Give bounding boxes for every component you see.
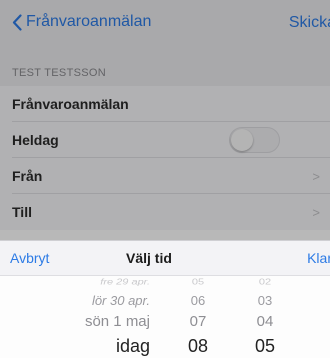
picker-row-selected[interactable]: idag 08 05: [0, 336, 330, 356]
picker-minute: 04: [256, 313, 274, 330]
picker-date: lör 30 apr.: [91, 293, 150, 308]
picker-row[interactable]: fre 29 apr. 05 02: [0, 278, 330, 293]
picker-row[interactable]: lör 30 apr. 06 03: [0, 293, 330, 313]
picker-hour: 08: [187, 336, 209, 356]
date-time-picker[interactable]: fre 29 apr. 05 02 lör 30 apr. 06 03 sön …: [0, 276, 330, 358]
picker-row[interactable]: sön 1 maj 07 04: [0, 313, 330, 333]
picker-minute: 03: [257, 293, 273, 308]
picker-hour: 06: [190, 293, 206, 308]
picker-hour: 05: [191, 277, 205, 287]
done-button[interactable]: Klar: [307, 250, 330, 266]
picker-toolbar: Avbryt Välj tid Klar: [0, 240, 330, 276]
picker-date: sön 1 maj: [84, 313, 150, 330]
picker-minute: 02: [258, 277, 272, 287]
picker-date: fre 29 apr.: [100, 277, 150, 287]
modal-dim-overlay[interactable]: [0, 0, 330, 240]
screen: Frånvaroanmälan Skicka TEST TESTSSON Frå…: [0, 0, 330, 358]
picker-minute: 05: [254, 336, 276, 356]
picker-date: idag: [115, 336, 150, 356]
cancel-button[interactable]: Avbryt: [10, 250, 49, 266]
picker-title: Välj tid: [126, 250, 172, 266]
picker-hour: 07: [189, 313, 207, 330]
